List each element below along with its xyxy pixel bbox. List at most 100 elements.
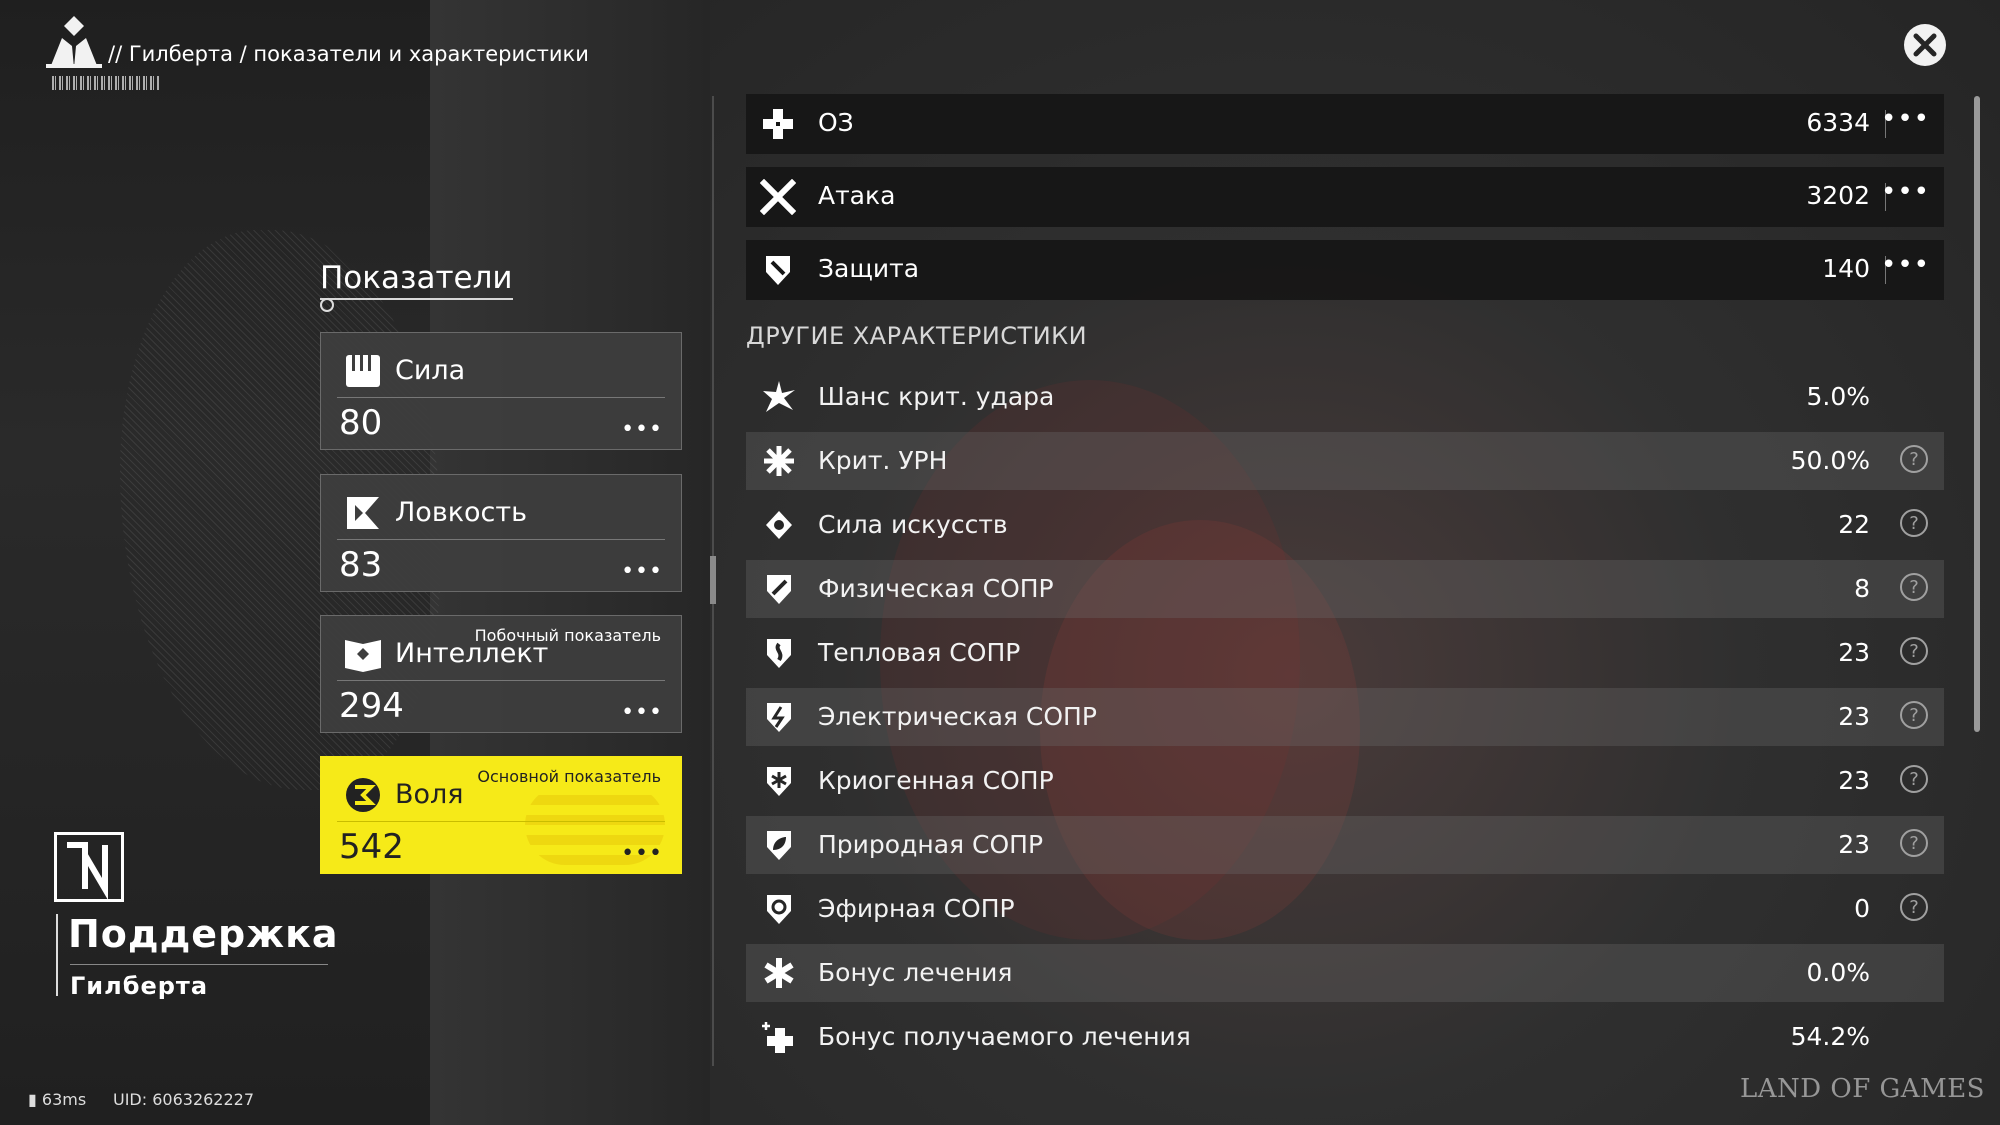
stat-name: Бонус лечения — [818, 958, 1013, 987]
main-stat-defense[interactable]: Защита 140 ••• — [746, 240, 1944, 300]
attribute-name: Интеллект — [395, 638, 549, 669]
stat-name: Защита — [818, 254, 920, 283]
divider — [337, 821, 665, 822]
attribute-name: Сила — [395, 355, 466, 386]
stat-row-physical-res[interactable]: Физическая СОПР 8 ? — [746, 560, 1944, 618]
more-button[interactable]: ••• — [621, 559, 663, 584]
attribute-value: 80 — [339, 403, 383, 443]
stat-value: 8 — [1854, 574, 1870, 603]
ether-res-icon — [762, 892, 796, 926]
help-button[interactable]: ? — [1900, 509, 1928, 537]
more-button[interactable]: ••• — [621, 700, 663, 725]
attribute-value: 294 — [339, 686, 404, 726]
stat-row-electric-res[interactable]: Электрическая СОПР 23 ? — [746, 688, 1944, 746]
stat-value: 23 — [1838, 830, 1870, 859]
stat-row-arts-intensity[interactable]: Сила искусств 22 ? — [746, 496, 1944, 554]
role-title: Поддержка — [68, 912, 339, 956]
stat-value: 23 — [1838, 638, 1870, 667]
stat-value: 22 — [1838, 510, 1870, 539]
stat-value: 54.2% — [1790, 1022, 1870, 1051]
more-button[interactable]: ••• — [1881, 250, 1930, 280]
nature-res-icon — [762, 828, 796, 862]
stat-value: 23 — [1838, 766, 1870, 795]
agility-icon — [343, 493, 383, 533]
stat-value: 6334 — [1806, 108, 1870, 137]
help-button[interactable]: ? — [1900, 829, 1928, 857]
stat-value: 3202 — [1806, 181, 1870, 210]
stat-value: 0 — [1854, 894, 1870, 923]
decorative-barcode — [52, 76, 160, 90]
game-logo-icon — [46, 16, 102, 70]
ping-value: 63ms — [41, 1090, 87, 1109]
electric-res-icon — [762, 700, 796, 734]
main-stat-attack[interactable]: Атака 3202 ••• — [746, 167, 1944, 227]
cryo-res-icon — [762, 764, 796, 798]
stat-name: Бонус получаемого лечения — [818, 1022, 1191, 1051]
watermark: LAND OF GAMES — [1740, 1074, 1985, 1104]
divider — [337, 539, 665, 540]
shield-icon — [760, 252, 796, 288]
stat-name: Природная СОПР — [818, 830, 1044, 859]
help-button[interactable]: ? — [1900, 445, 1928, 473]
help-button[interactable]: ? — [1900, 765, 1928, 793]
stat-row-ether-res[interactable]: Эфирная СОПР 0 ? — [746, 880, 1944, 938]
support-role-icon — [54, 832, 124, 902]
close-button[interactable] — [1904, 24, 1946, 66]
book-icon — [343, 634, 383, 674]
more-button[interactable]: ••• — [1881, 177, 1930, 207]
heal-bonus-icon — [762, 956, 796, 990]
main-stat-hp[interactable]: ОЗ 6334 ••• — [746, 94, 1944, 154]
stat-name: Эфирная СОПР — [818, 894, 1015, 923]
stat-value: 23 — [1838, 702, 1870, 731]
attributes-title: Показатели — [320, 260, 513, 300]
stat-name: Шанс крит. удара — [818, 382, 1055, 411]
stat-row-heat-res[interactable]: Тепловая СОПР 23 ? — [746, 624, 1944, 682]
section-marker — [320, 298, 334, 312]
divider — [337, 680, 665, 681]
heat-res-icon — [762, 636, 796, 670]
role-accent-line — [56, 914, 58, 996]
breadcrumb: // Гилберта / показатели и характеристик… — [108, 42, 589, 66]
other-stats-title: ДРУГИЕ ХАРАКТЕРИСТИКИ — [746, 322, 1088, 350]
stat-value: 0.0% — [1806, 958, 1870, 987]
close-icon — [1913, 33, 1937, 57]
stat-row-crit-damage[interactable]: Крит. УРН 50.0% ? — [746, 432, 1944, 490]
help-button[interactable]: ? — [1900, 893, 1928, 921]
stat-name: Сила искусств — [818, 510, 1008, 539]
uid-label: UID: 6063262227 — [113, 1090, 255, 1109]
stat-row-heal-bonus[interactable]: Бонус лечения 0.0% — [746, 944, 1944, 1002]
attribute-name: Ловкость — [395, 497, 528, 528]
more-button[interactable]: ••• — [621, 417, 663, 442]
main-attribute-tag: Основной показатель — [477, 767, 661, 786]
will-icon — [343, 775, 383, 815]
attribute-value: 83 — [339, 545, 383, 585]
divider-marker — [710, 556, 716, 604]
help-button[interactable]: ? — [1900, 701, 1928, 729]
stat-name: Крит. УРН — [818, 446, 948, 475]
stat-row-nature-res[interactable]: Природная СОПР 23 ? — [746, 816, 1944, 874]
attribute-card-agility[interactable]: Ловкость 83 ••• — [320, 474, 682, 592]
stat-row-cryo-res[interactable]: Криогенная СОПР 23 ? — [746, 752, 1944, 810]
attribute-value: 542 — [339, 827, 404, 867]
scrollbar[interactable] — [1974, 96, 1980, 732]
stat-name: Атака — [818, 181, 896, 210]
fist-icon — [343, 351, 383, 391]
stat-value: 50.0% — [1790, 446, 1870, 475]
stat-value: 5.0% — [1806, 382, 1870, 411]
character-name: Гилберта — [70, 972, 209, 1000]
stat-row-crit-rate[interactable]: Шанс крит. удара 5.0% — [746, 368, 1944, 426]
stat-name: Физическая СОПР — [818, 574, 1054, 603]
swords-icon — [759, 178, 797, 216]
attribute-card-will[interactable]: Основной показатель Воля 542 ••• — [320, 756, 682, 874]
more-button[interactable]: ••• — [621, 841, 663, 866]
attribute-card-intellect[interactable]: Побочный показатель Интеллект 294 ••• — [320, 615, 682, 733]
stat-row-received-heal[interactable]: Бонус получаемого лечения 54.2% — [746, 1008, 1944, 1066]
help-button[interactable]: ? — [1900, 637, 1928, 665]
more-button[interactable]: ••• — [1881, 104, 1930, 134]
help-button[interactable]: ? — [1900, 573, 1928, 601]
received-heal-icon — [762, 1020, 796, 1054]
stat-name: ОЗ — [818, 108, 854, 137]
attribute-card-strength[interactable]: Сила 80 ••• — [320, 332, 682, 450]
attribute-name: Воля — [395, 779, 464, 810]
divider — [70, 964, 328, 965]
